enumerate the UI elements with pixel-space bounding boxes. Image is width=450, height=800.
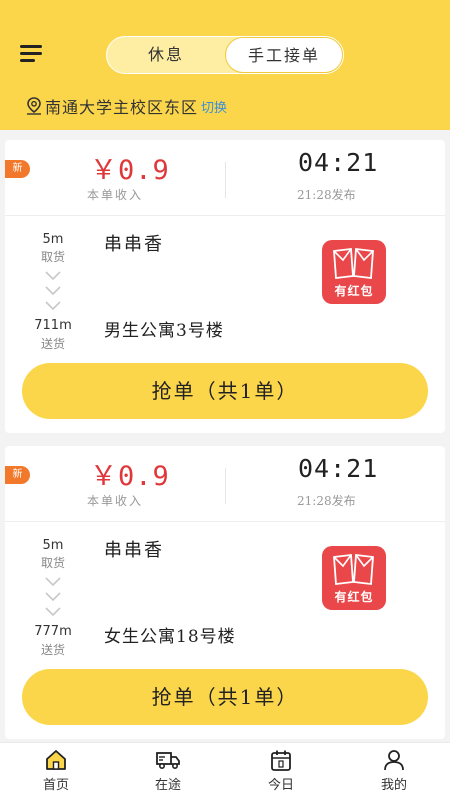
nav-label-today: 今日 — [267, 778, 294, 793]
user-icon — [384, 750, 404, 771]
nav-item-mine[interactable]: 我的 — [354, 749, 434, 799]
order-price-label: 本单收入 — [87, 494, 144, 508]
column-divider — [225, 162, 226, 198]
shop-name: 串串香 — [104, 540, 164, 561]
location-bar: 南通大学主校区东区 切换 — [26, 95, 227, 117]
order-card: 新 ￥0.9 本单收入 04:21 21:28发布 5m 取货 777m 送货 … — [5, 446, 445, 739]
red-packet-label: 有红包 — [334, 284, 374, 298]
destination: 男生公寓3号楼 — [104, 321, 224, 341]
menu-icon[interactable] — [20, 45, 44, 65]
red-packet-icon: 有红包 — [322, 240, 386, 304]
order-countdown: 04:21 — [298, 454, 379, 483]
chevron-down-icon — [45, 271, 61, 311]
pickup-distance: 5m — [42, 232, 64, 247]
bottom-nav: 首页 在途 今日 我的 — [0, 742, 450, 800]
nav-item-home[interactable]: 首页 — [16, 749, 96, 799]
order-publish-time: 21:28发布 — [297, 494, 356, 508]
location-name: 南通大学主校区东区 — [45, 98, 199, 117]
location-switch-link[interactable]: 切换 — [201, 97, 227, 116]
dropoff-label: 送货 — [40, 337, 65, 351]
nav-item-today[interactable]: 今日 — [241, 749, 321, 799]
destination: 女生公寓18号楼 — [104, 627, 236, 647]
row-divider — [5, 521, 445, 522]
work-mode-toggle: 休息 手工接单 — [106, 36, 344, 74]
shop-name: 串串香 — [104, 234, 164, 255]
mode-rest-option[interactable]: 休息 — [107, 37, 225, 73]
dropoff-label: 送货 — [40, 643, 65, 657]
truck-icon — [156, 752, 180, 770]
dropoff-distance: 711m — [34, 318, 72, 333]
nav-label-home: 首页 — [42, 778, 69, 793]
dropoff-distance: 777m — [34, 624, 72, 639]
location-pin-icon — [27, 97, 41, 115]
order-publish-time: 21:28发布 — [297, 188, 356, 202]
nav-label-mine: 我的 — [380, 778, 407, 793]
top-header: 休息 手工接单 南通大学主校区东区 切换 — [0, 0, 450, 130]
order-card: 新 ￥0.9 本单收入 04:21 21:28发布 5m 取货 711m 送货 … — [5, 140, 445, 433]
order-price-label: 本单收入 — [87, 188, 144, 202]
order-countdown: 04:21 — [298, 148, 379, 177]
new-badge: 新 — [5, 466, 30, 484]
chevron-down-icon — [45, 577, 61, 617]
pickup-label: 取货 — [40, 250, 65, 264]
red-packet-label: 有红包 — [334, 590, 374, 604]
new-badge: 新 — [5, 160, 30, 178]
nav-label-in-transit: 在途 — [154, 778, 181, 793]
nav-item-in-transit[interactable]: 在途 — [128, 749, 208, 799]
mode-manual-option[interactable]: 手工接单 — [225, 37, 343, 73]
grab-order-button[interactable]: 抢单（共1单） — [22, 669, 428, 725]
grab-order-button[interactable]: 抢单（共1单） — [22, 363, 428, 419]
red-packet-icon: 有红包 — [322, 546, 386, 610]
pickup-label: 取货 — [40, 556, 65, 570]
order-price: ￥0.9 — [90, 155, 170, 186]
order-price: ￥0.9 — [90, 461, 170, 492]
pickup-distance: 5m — [42, 538, 64, 553]
column-divider — [225, 468, 226, 504]
home-icon — [46, 750, 66, 770]
calendar-icon — [271, 750, 291, 771]
row-divider — [5, 215, 445, 216]
